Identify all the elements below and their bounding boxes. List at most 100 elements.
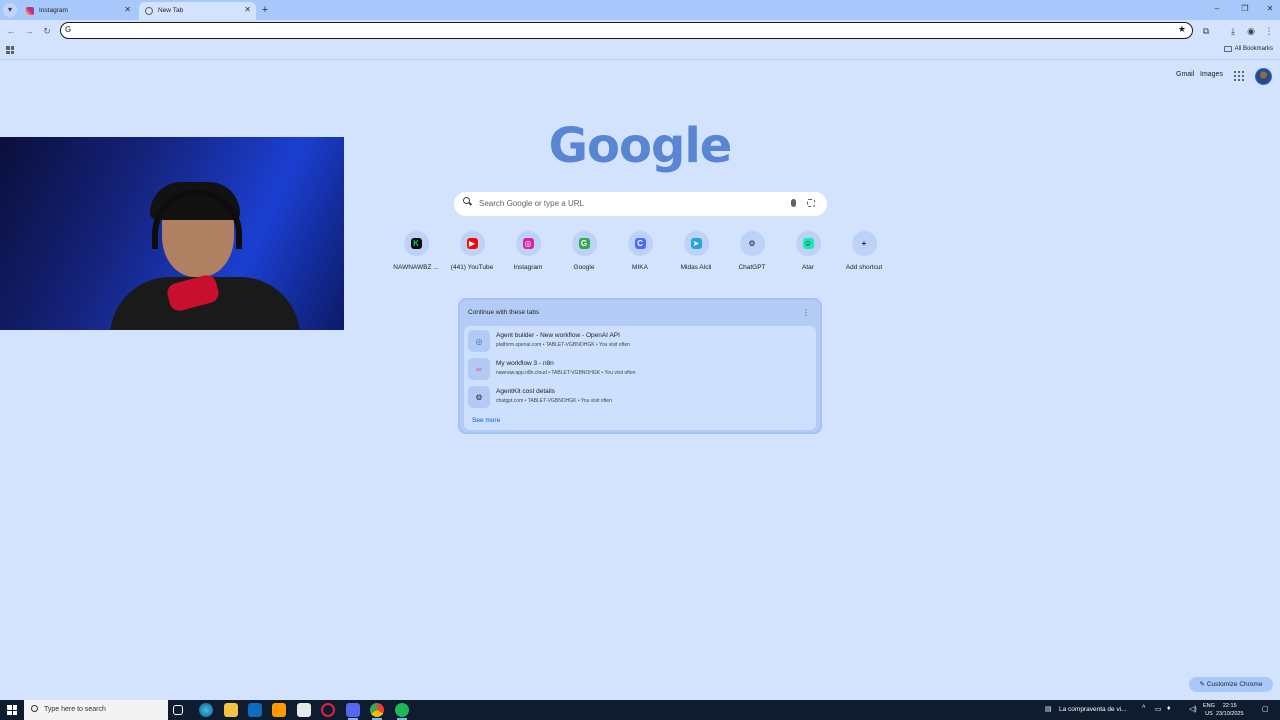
continue-item[interactable]: ∞ My workflow 3 - n8n nawnaw.app.n8n.clo… <box>468 358 808 382</box>
all-bookmarks-button[interactable]: All Bookmarks <box>1223 46 1273 52</box>
shortcut-icon-circle: ◎ <box>515 231 541 256</box>
time: 22:15 <box>1222 703 1237 709</box>
discord-icon[interactable] <box>346 703 360 720</box>
tab-search-button[interactable]: ▾ <box>3 3 17 17</box>
chrome-icon[interactable] <box>370 703 384 720</box>
browser-toolbar: ← → ↻ G ★ ⧉ ⤓ ◉ ⋮ <box>0 20 1280 42</box>
start-button[interactable] <box>7 705 17 715</box>
downloads-icon[interactable]: ⤓ <box>1226 24 1240 38</box>
close-tab-icon[interactable]: ✕ <box>244 2 251 18</box>
shortcut-icon: ☺ <box>802 238 814 249</box>
pencil-icon: ✎ <box>1199 681 1207 688</box>
address-input[interactable] <box>79 24 1169 36</box>
chevron-up-icon[interactable]: ^ <box>1142 705 1145 712</box>
shortcut-label: Google <box>573 264 595 271</box>
language-indicator[interactable]: ENG US <box>1203 702 1215 718</box>
extensions-icon[interactable]: ⧉ <box>1199 24 1213 38</box>
address-bar[interactable]: G ★ <box>60 22 1193 39</box>
shortcut-tile[interactable]: + Add shortcut <box>836 231 892 271</box>
notifications-icon[interactable]: ▢ <box>1262 705 1269 713</box>
shortcut-icon-circle: ☺ <box>795 231 821 256</box>
card-list: ◎ Agent builder - New workflow - OpenAI … <box>464 326 816 430</box>
taskbar-search-placeholder: Type here to search <box>44 706 106 713</box>
shortcut-icon: ▶ <box>466 238 478 249</box>
opera-icon[interactable] <box>321 703 335 717</box>
account-avatar[interactable] <box>1255 68 1272 85</box>
continue-item[interactable]: ◎ Agent builder - New workflow - OpenAI … <box>468 330 808 354</box>
lang-top: ENG <box>1203 703 1215 709</box>
shortcut-tile[interactable]: ⚙ ChatGPT <box>724 231 780 271</box>
illustrator-icon[interactable] <box>272 703 286 717</box>
date: 23/10/2025 <box>1216 711 1244 717</box>
profile-icon[interactable]: ◉ <box>1244 24 1258 38</box>
search-icon <box>463 197 470 204</box>
see-more-link[interactable]: See more <box>472 417 500 424</box>
card-title: Continue with these tabs <box>468 309 540 316</box>
ntp-search-box[interactable]: Search Google or type a URL <box>454 192 827 216</box>
search-placeholder: Search Google or type a URL <box>479 199 584 208</box>
back-icon[interactable]: ← <box>4 24 18 38</box>
new-tab-button[interactable]: + <box>259 3 271 17</box>
outlook-icon[interactable] <box>248 703 262 717</box>
shortcut-tile[interactable]: ➤ Midas Alcli <box>668 231 724 271</box>
minimize-icon[interactable]: – <box>1207 2 1227 16</box>
gmail-link[interactable]: Gmail <box>1176 71 1194 78</box>
mic-icon[interactable]: ♦ <box>1167 705 1171 712</box>
network-icon[interactable]: ▭ <box>1155 705 1162 713</box>
volume-icon[interactable]: ◁) <box>1189 705 1197 713</box>
google-lens-icon[interactable] <box>807 199 815 207</box>
tab-strip: ▾ Instagram ✕ New Tab ✕ + – ❐ ✕ <box>0 0 1280 20</box>
restore-icon[interactable]: ❐ <box>1235 2 1255 16</box>
shortcut-tile[interactable]: C MIKA <box>612 231 668 271</box>
shortcut-icon: ➤ <box>690 238 702 249</box>
shortcut-tile[interactable]: ◎ Instagram <box>500 231 556 271</box>
close-window-icon[interactable]: ✕ <box>1260 2 1280 16</box>
shortcut-icon-circle: ⚙ <box>739 231 765 256</box>
chrome-menu-icon[interactable]: ⋮ <box>1262 24 1276 38</box>
chatgpt-icon: ⚙ <box>468 386 490 408</box>
shortcut-label: MIKA <box>632 264 648 271</box>
tab-instagram[interactable]: Instagram ✕ <box>20 2 136 20</box>
instagram-favicon-icon <box>26 7 34 15</box>
shortcut-tile[interactable]: ☺ Atar <box>780 231 836 271</box>
forward-icon[interactable]: → <box>22 24 36 38</box>
search-icon <box>31 705 38 712</box>
clock[interactable]: 22:15 23/10/2025 <box>1216 702 1244 718</box>
shortcut-label: Atar <box>802 264 814 271</box>
reload-icon[interactable]: ↻ <box>40 24 54 38</box>
images-link[interactable]: Images <box>1200 71 1223 78</box>
file-explorer-icon[interactable] <box>224 703 238 717</box>
apps-icon[interactable] <box>6 46 14 54</box>
store-icon[interactable] <box>297 703 311 717</box>
bookmark-star-icon[interactable]: ★ <box>1178 24 1186 35</box>
customize-chrome-button[interactable]: ✎ Customize Chrome <box>1189 677 1273 692</box>
shortcut-label: Midas Alcli <box>680 264 712 271</box>
openai-icon: ◎ <box>468 330 490 352</box>
edge-icon[interactable] <box>199 703 213 717</box>
n8n-icon: ∞ <box>468 358 490 380</box>
item-subtitle: platform.openai.com • TABLET-VGBNOHGK • … <box>496 342 630 348</box>
voice-search-icon[interactable] <box>791 199 796 207</box>
customize-label: Customize Chrome <box>1206 681 1263 688</box>
continue-item[interactable]: ⚙ AgentKit cost details chatgpt.com • TA… <box>468 386 808 410</box>
shortcut-label: (441) YouTube <box>450 264 494 271</box>
shortcut-tile[interactable]: ▶ (441) YouTube <box>444 231 500 271</box>
tab-new-tab[interactable]: New Tab ✕ <box>139 2 256 20</box>
item-title: AgentKit cost details <box>496 388 555 395</box>
spotify-icon[interactable] <box>395 703 409 720</box>
google-apps-icon[interactable] <box>1234 71 1244 81</box>
taskbar-search[interactable]: Type here to search <box>24 700 168 720</box>
news-icon[interactable]: ▤ <box>1045 705 1052 713</box>
shortcut-icon: ◎ <box>522 238 534 249</box>
close-tab-icon[interactable]: ✕ <box>124 2 131 18</box>
folder-icon <box>1223 46 1232 52</box>
shortcut-icon-circle: ➤ <box>683 231 709 256</box>
tab-title: Instagram <box>39 7 68 14</box>
task-view-icon[interactable] <box>173 705 183 715</box>
shortcut-label: ChatGPT <box>738 264 766 271</box>
shortcut-tile[interactable]: G Google <box>556 231 612 271</box>
card-menu-icon[interactable]: ⋮ <box>802 308 810 317</box>
shortcut-tile[interactable]: K NAWNAWBZ ... <box>388 231 444 271</box>
shortcut-icon-circle: C <box>627 231 653 256</box>
news-ticker[interactable]: La compraventa de vi... <box>1059 706 1127 713</box>
